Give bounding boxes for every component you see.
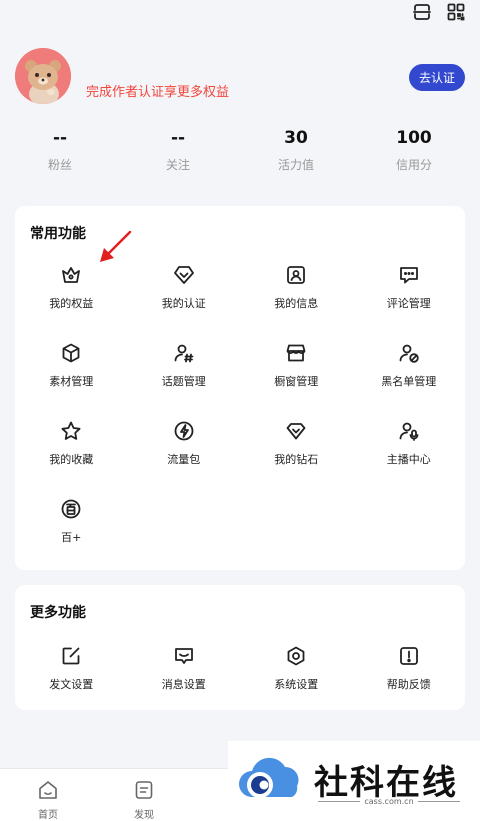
crown-icon — [62, 267, 81, 283]
function-label: 我的信息 — [274, 297, 319, 310]
discover-icon — [135, 781, 153, 799]
diamond-icon — [286, 423, 306, 440]
settings-icon — [287, 646, 305, 666]
stat-activity[interactable]: 30 活力值 — [237, 128, 355, 173]
function-label: 我的收藏 — [49, 453, 94, 466]
function-label: 橱窗管理 — [274, 375, 319, 388]
function-label: 话题管理 — [161, 375, 206, 388]
help-icon — [399, 647, 418, 665]
anchor-mic-icon — [399, 422, 419, 441]
function-my-favorites[interactable]: 我的收藏 — [15, 420, 128, 498]
function-my-verification[interactable]: 我的认证 — [128, 264, 241, 342]
function-anchor-center[interactable]: 主播中心 — [353, 420, 466, 498]
qr-code-icon[interactable] — [446, 2, 466, 22]
star-icon — [61, 421, 81, 440]
function-my-benefits[interactable]: 我的权益 — [15, 264, 128, 342]
function-comment-manage[interactable]: 评论管理 — [353, 264, 466, 342]
watermark: 社科在线 cass.com.cn — [228, 741, 480, 821]
stat-value: -- — [170, 128, 186, 148]
function-traffic-pack[interactable]: 流量包 — [128, 420, 241, 498]
annotation-arrow-icon — [100, 230, 132, 262]
avatar[interactable] — [15, 48, 71, 104]
stats-row: -- 粉丝 -- 关注 30 活力值 100 信用分 — [0, 128, 480, 173]
function-my-diamonds[interactable]: 我的钻石 — [240, 420, 353, 498]
tab-label: 发现 — [134, 810, 154, 821]
comment-icon — [399, 267, 418, 284]
function-label: 我的认证 — [161, 297, 206, 310]
function-label: 消息设置 — [161, 678, 206, 691]
function-label: 百+ — [61, 531, 82, 544]
function-window-manage[interactable]: 橱窗管理 — [240, 342, 353, 420]
stat-label: 关注 — [165, 158, 190, 172]
lightning-icon — [174, 421, 194, 441]
function-grid: 我的权益 我的认证 我的信息 评论管理 素材管理 话题管理 橱窗管理 黑名单管理… — [15, 264, 465, 576]
function-label: 系统设置 — [274, 678, 319, 691]
edit-icon — [62, 647, 80, 665]
home-icon — [39, 781, 57, 799]
stat-following[interactable]: -- 关注 — [119, 128, 237, 173]
function-my-info[interactable]: 我的信息 — [240, 264, 353, 342]
stat-label: 粉丝 — [47, 158, 72, 172]
function-material-manage[interactable]: 素材管理 — [15, 342, 128, 420]
function-label: 流量包 — [167, 453, 201, 466]
stat-value: 100 — [396, 128, 432, 148]
stat-label: 活力值 — [277, 158, 314, 172]
common-functions-card: 常用功能 我的权益 我的认证 我的信息 评论管理 素材管理 话题管理 橱窗管理 — [15, 206, 465, 570]
function-help-feedback[interactable]: 帮助反馈 — [353, 645, 466, 723]
stat-value: -- — [52, 128, 68, 148]
cube-icon — [62, 343, 80, 363]
more-function-grid: 发文设置 消息设置 系统设置 帮助反馈 — [15, 645, 465, 723]
topic-hashtag-icon — [174, 344, 194, 363]
function-label: 发文设置 — [49, 678, 94, 691]
verify-button[interactable]: 去认证 — [409, 64, 465, 91]
function-label: 我的钻石 — [274, 453, 319, 466]
function-label: 帮助反馈 — [386, 678, 431, 691]
stat-credit[interactable]: 100 信用分 — [355, 128, 473, 173]
stat-value: 30 — [284, 128, 308, 148]
verify-badge-icon — [173, 266, 194, 284]
section-title: 常用功能 — [30, 226, 86, 242]
stat-fans[interactable]: -- 粉丝 — [1, 128, 119, 173]
function-label: 评论管理 — [386, 297, 431, 310]
store-icon — [286, 344, 306, 362]
function-label: 黑名单管理 — [381, 375, 437, 388]
tab-discover[interactable]: 发现 — [124, 779, 164, 821]
function-message-settings[interactable]: 消息设置 — [128, 645, 241, 723]
more-functions-card: 更多功能 发文设置 消息设置 系统设置 帮助反馈 — [15, 585, 465, 710]
profile-card-icon — [287, 266, 306, 284]
function-label: 我的权益 — [49, 297, 94, 310]
watermark-url: cass.com.cn — [314, 797, 464, 806]
function-post-settings[interactable]: 发文设置 — [15, 645, 128, 723]
section-title: 更多功能 — [30, 605, 86, 621]
block-user-icon — [399, 344, 419, 363]
tab-home[interactable]: 首页 — [28, 779, 68, 821]
bai-plus-icon — [61, 499, 81, 519]
function-topic-manage[interactable]: 话题管理 — [128, 342, 241, 420]
function-bai-plus[interactable]: 百+ — [15, 498, 128, 576]
function-label: 素材管理 — [49, 375, 94, 388]
stat-label: 信用分 — [395, 158, 432, 172]
function-blacklist-manage[interactable]: 黑名单管理 — [353, 342, 466, 420]
author-verify-prompt[interactable]: 完成作者认证享更多权益 — [86, 81, 229, 100]
message-icon — [174, 648, 193, 664]
tab-label: 首页 — [38, 810, 58, 821]
function-system-settings[interactable]: 系统设置 — [240, 645, 353, 723]
header-icons — [412, 2, 466, 22]
scan-icon[interactable] — [412, 2, 432, 22]
profile-header: 完成作者认证享更多权益 去认证 — [15, 48, 465, 106]
function-label: 主播中心 — [386, 453, 431, 466]
watermark-logo-icon — [239, 757, 299, 798]
